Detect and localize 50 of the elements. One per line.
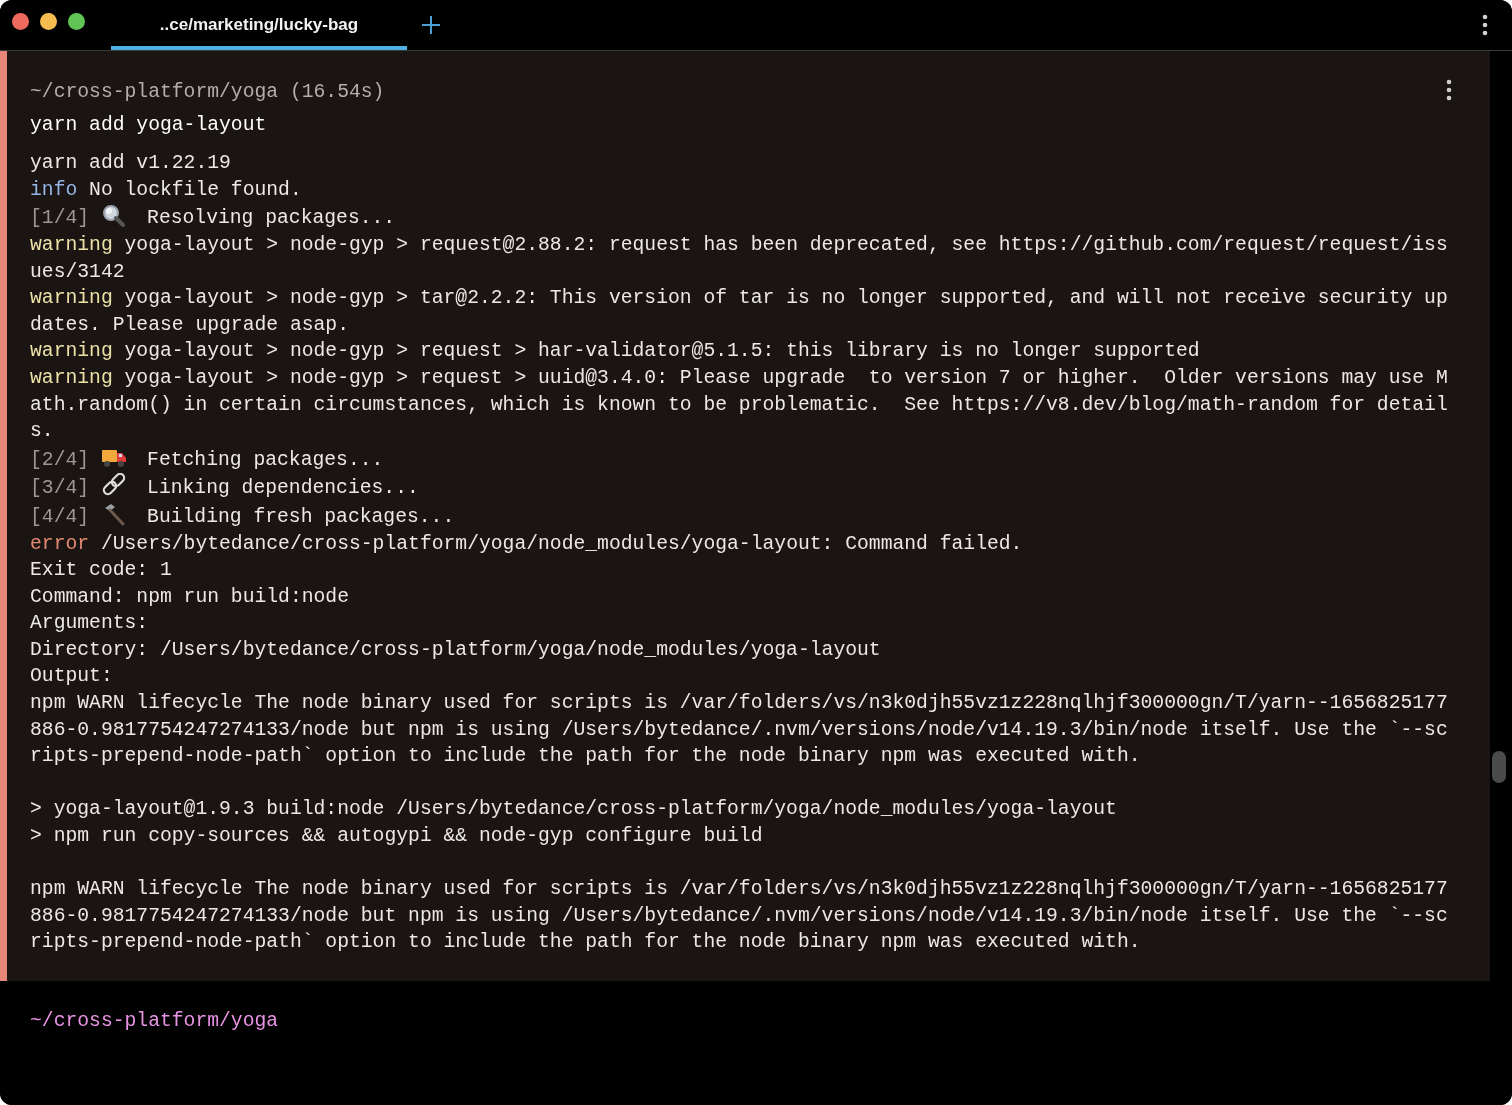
output-line: Exit code: 1 <box>30 558 173 584</box>
output-line: > npm run copy-sources && autogypi && node-gyp configure build <box>30 824 764 850</box>
output-text: Resolving packages... <box>147 207 396 230</box>
more-icon[interactable] <box>1446 79 1452 101</box>
command-text: yarn add yoga-layout <box>30 112 267 138</box>
link-icon <box>101 473 128 498</box>
magnifier-icon <box>101 203 128 228</box>
plus-icon <box>421 15 441 35</box>
output-text: Building fresh packages... <box>147 505 455 528</box>
more-icon[interactable] <box>1482 14 1488 36</box>
output-line: Output: <box>30 664 114 690</box>
output-text: yoga-layout > node-gyp > tar@2.2.2: This version of tar is no longer supported, and will not receive security up <box>123 287 1448 310</box>
output-text: No lockfile found. <box>88 178 302 201</box>
log-level-label: error <box>30 532 90 555</box>
minimize-window-button[interactable] <box>40 12 57 30</box>
log-level-label: warning <box>30 287 113 310</box>
output-text: Fetching packages... <box>147 448 384 471</box>
output-line: yarn add v1.22.19 <box>30 151 232 177</box>
output-line: > yoga-layout@1.9.3 build:node /Users/bytedance/cross-platform/yoga/node_modules/yoga-layout <box>30 797 1118 823</box>
output-line: npm WARN lifecycle The node binary used for scripts is /var/folders/vs/n3k0djh55vz1z228nqlhjf300000gn/T/yarn--1656825177 <box>30 691 1449 717</box>
output-text: Linking dependencies... <box>147 477 419 500</box>
output-line: Directory: /Users/bytedance/cross-platform/yoga/node_modules/yoga-layout <box>30 637 882 663</box>
step-counter: [1/4] <box>30 207 90 230</box>
step-counter: [3/4] <box>30 477 90 500</box>
close-window-button[interactable] <box>12 12 29 30</box>
output-text: yoga-layout > node-gyp > request > har-validator@5.1.5: this library is no longer supported <box>123 340 1200 363</box>
block-directory: ~/cross-platform/yoga (16.54s) <box>30 80 385 105</box>
scrollbar-thumb[interactable] <box>1492 751 1506 783</box>
output-line: dates. Please upgrade asap. <box>30 312 350 338</box>
output-line: npm WARN lifecycle The node binary used for scripts is /var/folders/vs/n3k0djh55vz1z228nqlhjf300000gn/T/yarn--1656825177 <box>30 877 1449 903</box>
output-line: ripts-prepend-node-path` option to include the path for the node binary npm was executed with. <box>30 930 1142 956</box>
output-text: /Users/bytedance/cross-platform/yoga/node_modules/yoga-layout: Command failed. <box>99 532 1023 555</box>
log-level-label: warning <box>30 366 113 389</box>
output-line: ath.random() in certain circumstances, which is known to be problematic. See https://v8.dev/blog/math-random for detail <box>30 392 1449 418</box>
output-line: s. <box>30 419 55 445</box>
output-text: yoga-layout > node-gyp > request@2.88.2: request has been deprecated, see https://github.com/request/request/iss <box>123 233 1448 256</box>
output-line: 886-0.9817754247274133/node but npm is using /Users/bytedance/.nvm/versions/node/v14.19.3/bin/node itself. Use the `--sc <box>30 903 1449 929</box>
log-level-label: info <box>30 178 78 201</box>
step-counter: [4/4] <box>30 505 90 528</box>
log-level-label: warning <box>30 340 113 363</box>
log-level-label: warning <box>30 233 113 256</box>
output-line: 886-0.9817754247274133/node but npm is using /Users/bytedance/.nvm/versions/node/v14.19.3/bin/node itself. Use the `--sc <box>30 717 1449 743</box>
prompt-directory: ~/cross-platform/yoga <box>30 1009 280 1034</box>
step-counter: [2/4] <box>30 448 90 471</box>
output-text: yoga-layout > node-gyp > request > uuid@3.4.0: Please upgrade to version 7 or higher. Older versions may use M <box>123 366 1448 389</box>
output-line: Command: npm run build:node <box>30 584 350 610</box>
output-line: ues/3142 <box>30 259 126 285</box>
output-line: Arguments: <box>30 611 150 637</box>
zoom-window-button[interactable] <box>68 12 85 30</box>
output-line: ripts-prepend-node-path` option to include the path for the node binary npm was executed with. <box>30 744 1142 770</box>
